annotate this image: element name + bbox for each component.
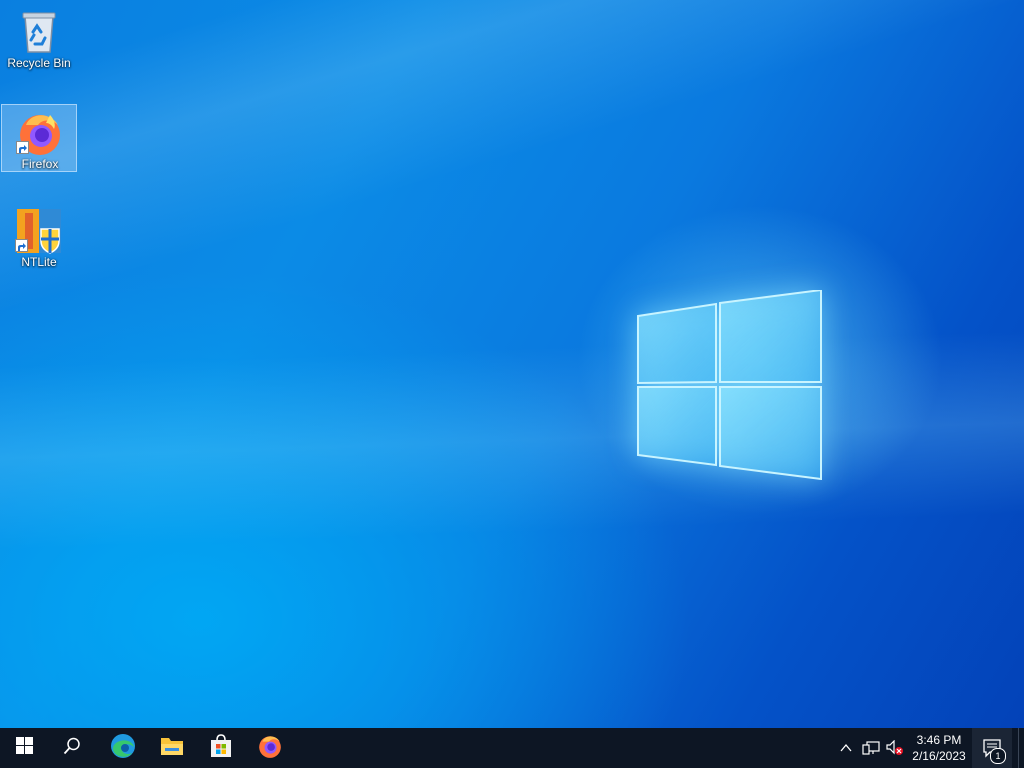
shortcut-arrow-icon <box>16 141 29 154</box>
desktop-background: Recycle Bin Firefox NTLite <box>0 0 1024 728</box>
action-center-button[interactable]: 1 <box>972 728 1012 768</box>
windows-start-icon <box>15 737 33 759</box>
taskbar-firefox-button[interactable] <box>246 728 294 768</box>
chevron-up-icon <box>839 743 853 760</box>
search-button[interactable] <box>48 728 96 768</box>
taskbar: 3:46 PM 2/16/2023 1 <box>0 728 1024 768</box>
show-desktop-button[interactable] <box>1018 728 1024 768</box>
recycle-bin-icon <box>15 8 63 56</box>
firefox-icon <box>257 733 283 764</box>
clock-date: 2/16/2023 <box>912 749 966 763</box>
desktop-icon-ntlite[interactable]: NTLite <box>1 203 77 271</box>
network-button[interactable] <box>862 740 880 756</box>
light-beam <box>0 0 1024 728</box>
network-icon <box>862 741 880 760</box>
volume-button[interactable] <box>886 739 904 756</box>
start-button[interactable] <box>0 728 48 768</box>
desktop-icon-firefox[interactable]: Firefox <box>1 104 77 172</box>
desktop-icon-recycle-bin[interactable]: Recycle Bin <box>1 4 77 72</box>
light-beam <box>0 0 1024 728</box>
desktop-icon-label: Firefox <box>21 157 59 171</box>
windows-logo-wallpaper <box>636 290 822 480</box>
taskbar-clock[interactable]: 3:46 PM 2/16/2023 <box>906 732 972 764</box>
volume-muted-icon <box>886 739 904 760</box>
show-hidden-icons-button[interactable] <box>839 740 853 756</box>
shortcut-arrow-icon <box>15 239 28 252</box>
microsoft-store-icon <box>209 733 233 763</box>
desktop-icon-label: Recycle Bin <box>7 56 71 70</box>
desktop-icon-label: NTLite <box>21 255 57 269</box>
file-explorer-icon <box>160 735 184 762</box>
search-icon <box>63 737 81 760</box>
notification-count-badge: 1 <box>990 748 1006 764</box>
taskbar-store-button[interactable] <box>197 728 245 768</box>
taskbar-edge-button[interactable] <box>99 728 147 768</box>
taskbar-file-explorer-button[interactable] <box>148 728 196 768</box>
clock-time: 3:46 PM <box>916 733 962 747</box>
edge-icon <box>110 733 136 764</box>
